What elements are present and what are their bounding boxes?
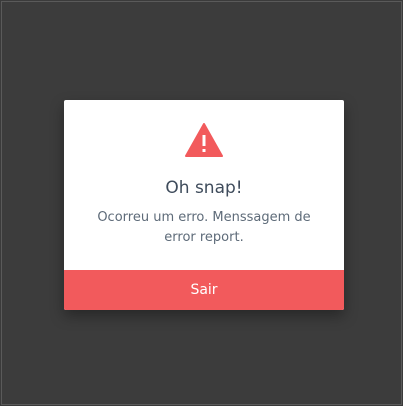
exit-button[interactable]: Sair (64, 270, 344, 310)
warning-triangle-icon (185, 123, 223, 157)
dialog-title: Oh snap! (165, 178, 243, 198)
error-dialog: Oh snap! Ocorreu um erro. Menssagem de e… (64, 100, 344, 310)
dialog-message: Ocorreu um erro. Menssagem de error repo… (97, 210, 311, 245)
window-frame: Oh snap! Ocorreu um erro. Menssagem de e… (1, 1, 402, 405)
